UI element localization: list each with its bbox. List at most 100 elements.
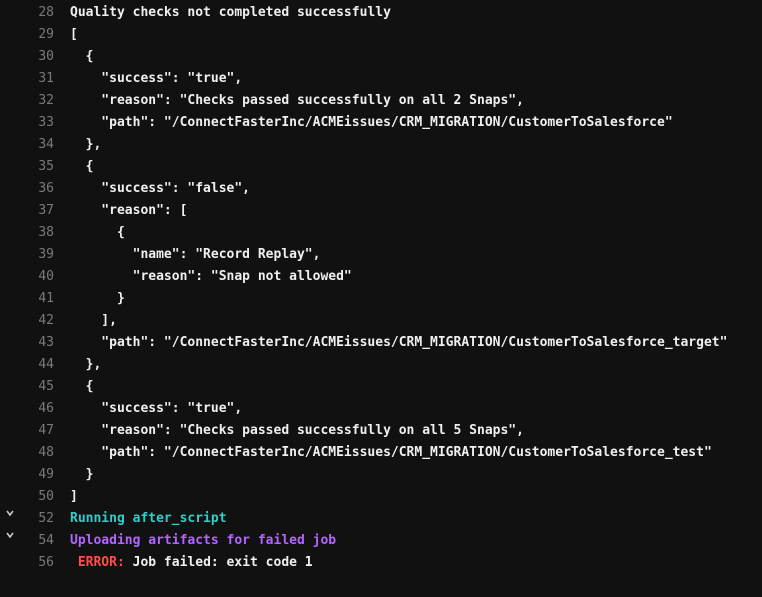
- log-text: "path": "/ConnectFasterInc/ACMEissues/CR…: [54, 442, 712, 464]
- log-text: }: [54, 288, 125, 310]
- log-text: ]: [54, 486, 78, 508]
- log-line: 56 ERROR: Job failed: exit code 1: [0, 552, 762, 574]
- log-segment: "success": "false",: [70, 181, 250, 196]
- log-segment: Job failed: exit code 1: [133, 555, 313, 570]
- line-number: 39: [20, 244, 54, 266]
- log-text: {: [54, 376, 93, 398]
- log-segment: },: [70, 137, 101, 152]
- log-line: 50]: [0, 486, 762, 508]
- log-line: 45 {: [0, 376, 762, 398]
- log-segment: [: [70, 27, 78, 42]
- log-line: 33 "path": "/ConnectFasterInc/ACMEissues…: [0, 112, 762, 134]
- log-text: }: [54, 464, 93, 486]
- log-text: [: [54, 24, 78, 46]
- log-text: },: [54, 134, 101, 156]
- line-number: 40: [20, 266, 54, 288]
- log-text: "path": "/ConnectFasterInc/ACMEissues/CR…: [54, 332, 727, 354]
- log-segment: "path": "/ConnectFasterInc/ACMEissues/CR…: [70, 335, 727, 350]
- log-line: 43 "path": "/ConnectFasterInc/ACMEissues…: [0, 332, 762, 354]
- log-text: },: [54, 354, 101, 376]
- log-line: 32 "reason": "Checks passed successfully…: [0, 90, 762, 112]
- fold-chevron-icon[interactable]: [0, 508, 20, 518]
- log-text: {: [54, 156, 93, 178]
- log-segment: "reason": "Snap not allowed": [70, 269, 352, 284]
- line-number: 49: [20, 464, 54, 486]
- line-number: 44: [20, 354, 54, 376]
- log-segment: "success": "true",: [70, 71, 242, 86]
- log-line: 31 "success": "true",: [0, 68, 762, 90]
- log-viewer: 28Quality checks not completed successfu…: [0, 0, 762, 597]
- line-number: 43: [20, 332, 54, 354]
- line-number: 33: [20, 112, 54, 134]
- log-segment: {: [70, 49, 93, 64]
- log-line: 54 Uploading artifacts for failed job: [0, 530, 762, 552]
- log-segment: "success": "true",: [70, 401, 242, 416]
- log-segment: ERROR:: [70, 555, 133, 570]
- log-text: ],: [54, 310, 117, 332]
- log-line: 46 "success": "true",: [0, 398, 762, 420]
- log-line: 29 [: [0, 24, 762, 46]
- log-text: Uploading artifacts for failed job: [54, 530, 336, 552]
- line-number: 42: [20, 310, 54, 332]
- log-line: 41 }: [0, 288, 762, 310]
- log-text: "reason": "Checks passed successfully on…: [54, 420, 524, 442]
- line-number: 34: [20, 134, 54, 156]
- line-number: 52: [20, 508, 54, 530]
- log-segment: {: [70, 159, 93, 174]
- line-number: 32: [20, 90, 54, 112]
- log-line: 36 "success": "false",: [0, 178, 762, 200]
- log-segment: },: [70, 357, 101, 372]
- log-line: 28Quality checks not completed successfu…: [0, 2, 762, 24]
- line-number: 47: [20, 420, 54, 442]
- log-line: 40 "reason": "Snap not allowed": [0, 266, 762, 288]
- log-line: 44 },: [0, 354, 762, 376]
- log-text: Quality checks not completed successfull…: [54, 2, 391, 24]
- log-line: 47 "reason": "Checks passed successfully…: [0, 420, 762, 442]
- log-text: "reason": "Checks passed successfully on…: [54, 90, 524, 112]
- log-segment: "name": "Record Replay",: [70, 247, 320, 262]
- line-number: 29: [20, 24, 54, 46]
- line-number: 31: [20, 68, 54, 90]
- log-text: {: [54, 222, 125, 244]
- log-segment: "path": "/ConnectFasterInc/ACMEissues/CR…: [70, 445, 712, 460]
- line-number: 56: [20, 552, 54, 574]
- log-segment: ],: [70, 313, 117, 328]
- line-number: 28: [20, 2, 54, 24]
- log-line: 52 Running after_script: [0, 508, 762, 530]
- line-number: 45: [20, 376, 54, 398]
- line-number: 48: [20, 442, 54, 464]
- log-line: 38 {: [0, 222, 762, 244]
- line-number: 38: [20, 222, 54, 244]
- line-number: 50: [20, 486, 54, 508]
- log-segment: "reason": "Checks passed successfully on…: [70, 93, 524, 108]
- log-segment: }: [70, 467, 93, 482]
- log-line: 34 },: [0, 134, 762, 156]
- line-number: 37: [20, 200, 54, 222]
- log-segment: "path": "/ConnectFasterInc/ACMEissues/CR…: [70, 115, 673, 130]
- log-segment: "reason": [: [70, 203, 187, 218]
- log-line: 48 "path": "/ConnectFasterInc/ACMEissues…: [0, 442, 762, 464]
- fold-chevron-icon[interactable]: [0, 530, 20, 540]
- line-number: 54: [20, 530, 54, 552]
- line-number: 30: [20, 46, 54, 68]
- log-line: 49 }: [0, 464, 762, 486]
- log-line: 39 "name": "Record Replay",: [0, 244, 762, 266]
- log-text: "reason": [: [54, 200, 187, 222]
- log-text: "name": "Record Replay",: [54, 244, 320, 266]
- log-line: 30 {: [0, 46, 762, 68]
- log-text: "success": "true",: [54, 68, 242, 90]
- log-segment: }: [70, 291, 125, 306]
- log-text: "success": "true",: [54, 398, 242, 420]
- log-line: 35 {: [0, 156, 762, 178]
- log-line: 42 ],: [0, 310, 762, 332]
- log-segment: {: [70, 379, 93, 394]
- log-text: "success": "false",: [54, 178, 250, 200]
- log-text: ERROR: Job failed: exit code 1: [54, 552, 313, 574]
- line-number: 36: [20, 178, 54, 200]
- log-segment: Running after_script: [70, 511, 227, 526]
- log-segment: ]: [70, 489, 78, 504]
- log-line: 37 "reason": [: [0, 200, 762, 222]
- log-segment: "reason": "Checks passed successfully on…: [70, 423, 524, 438]
- line-number: 35: [20, 156, 54, 178]
- log-segment: Uploading artifacts for failed job: [70, 533, 336, 548]
